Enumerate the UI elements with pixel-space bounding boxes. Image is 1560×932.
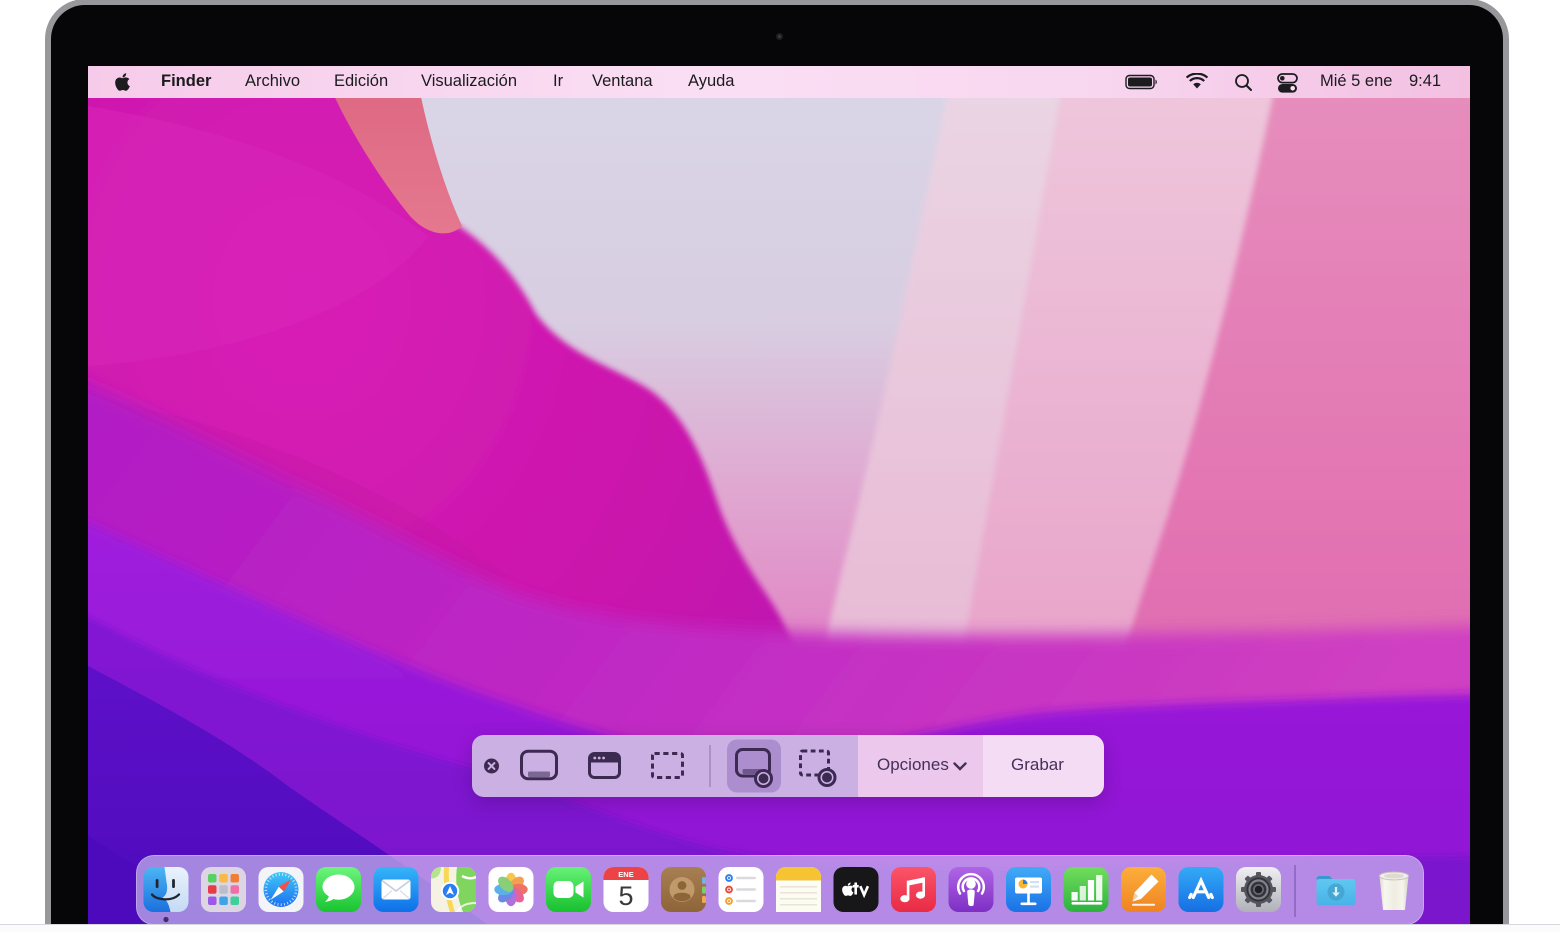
svg-text:ENE: ENE <box>618 870 633 879</box>
svg-text:5: 5 <box>618 881 633 911</box>
